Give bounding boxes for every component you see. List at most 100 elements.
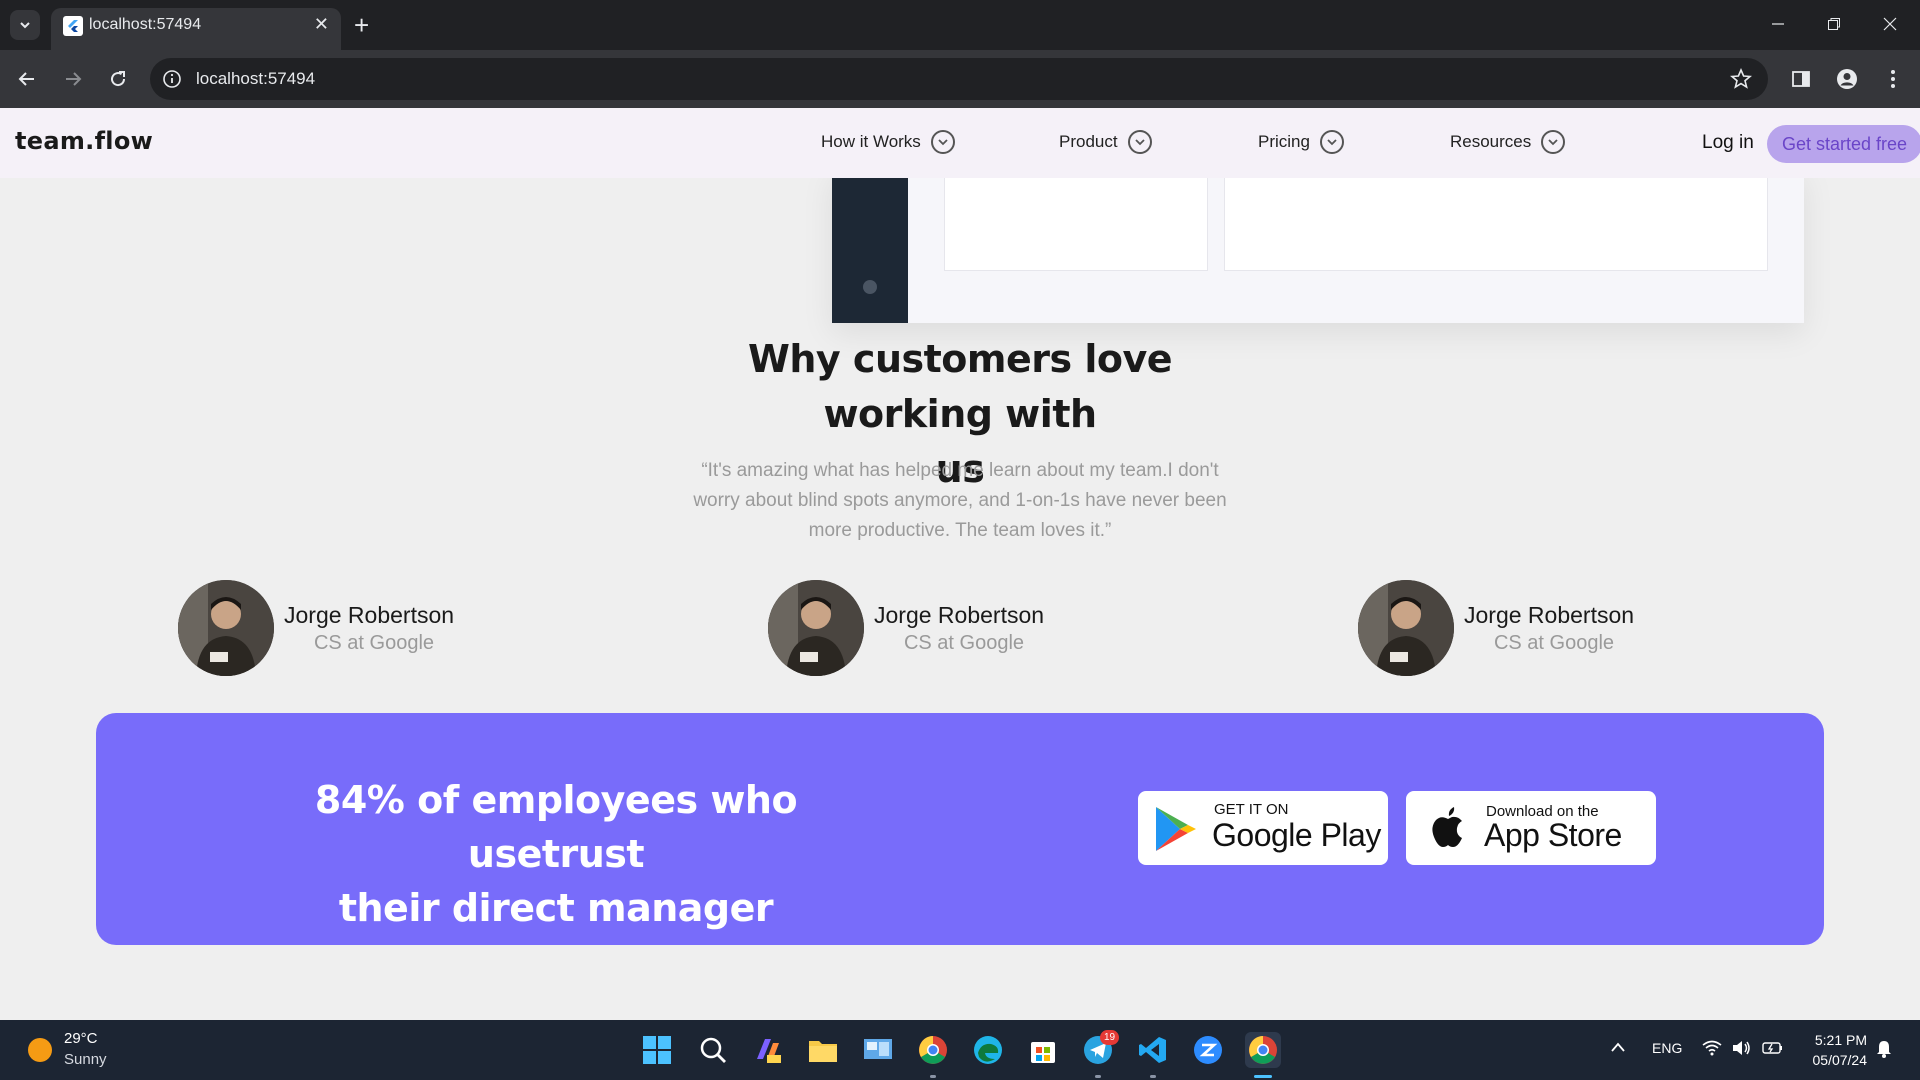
person-role: CS at Google (313, 632, 435, 654)
notification-badge: 19 (1100, 1030, 1120, 1045)
site-info-icon[interactable] (162, 69, 182, 89)
browser-tab-bar: localhost:57494 ✕ + (0, 0, 1920, 50)
person-name: Jorge Robertson (284, 602, 455, 628)
copilot-icon[interactable] (750, 1032, 786, 1068)
help-icon[interactable] (863, 280, 877, 294)
clock-time: 5:21 PM (1814, 1032, 1867, 1048)
control-panel-icon[interactable] (860, 1032, 896, 1068)
chevron-down-icon (1541, 130, 1566, 154)
chrome-icon[interactable] (915, 1032, 951, 1068)
quote-line: more productive. The team loves it.” (808, 520, 1112, 541)
close-icon (1883, 17, 1897, 31)
quote-line: “It's amazing what has helped me learn a… (701, 460, 1219, 481)
running-indicator (1150, 1075, 1156, 1078)
minimize-icon (1772, 23, 1784, 25)
search-icon[interactable] (695, 1032, 731, 1068)
nav-label: Pricing (1258, 132, 1310, 151)
nav-label: Product (1059, 132, 1118, 151)
avatar (178, 580, 274, 676)
chrome-active-icon[interactable] (1245, 1032, 1281, 1068)
browser-menu-button[interactable] (1878, 64, 1908, 94)
vscode-icon[interactable] (1135, 1032, 1171, 1068)
card-panel (1224, 168, 1768, 271)
nav-resources[interactable]: Resources (1450, 130, 1566, 154)
testimonial-person: Jorge Robertson CS at Google (1358, 580, 1678, 676)
app-store-big-text: App Store (1484, 817, 1622, 853)
system-clock[interactable]: 5:21 PM 05/07/24 (1803, 1030, 1868, 1070)
profile-icon (1837, 69, 1857, 89)
side-panel-button[interactable] (1786, 64, 1816, 94)
arrow-left-icon (18, 72, 34, 86)
active-indicator (1254, 1075, 1272, 1078)
person-role: CS at Google (1493, 632, 1615, 654)
google-play-button[interactable]: GET IT ON Google Play (1138, 791, 1388, 865)
banner-headline: 84% of employees who usetrust their dire… (256, 773, 856, 935)
get-started-button[interactable]: Get started free (1767, 125, 1920, 163)
banner-line: 84% of employees who usetrust (314, 778, 798, 876)
card-panel (944, 168, 1208, 271)
close-window-button[interactable] (1862, 6, 1918, 42)
telegram-icon[interactable]: 19 (1080, 1030, 1120, 1068)
chevron-down-icon (930, 130, 955, 154)
minimize-button[interactable] (1750, 6, 1806, 42)
google-play-small-text: GET IT ON (1214, 801, 1289, 818)
site-logo[interactable]: team.flow (15, 127, 153, 155)
battery-icon[interactable] (1762, 1040, 1784, 1059)
url-text[interactable]: localhost:57494 (196, 69, 315, 89)
login-link[interactable]: Log in (1702, 132, 1754, 154)
tab-search-button[interactable] (10, 10, 40, 40)
apple-icon (1432, 807, 1462, 847)
back-button[interactable] (12, 64, 42, 94)
clock-date: 05/07/24 (1812, 1052, 1868, 1068)
sun-icon[interactable] (28, 1038, 52, 1062)
windows-taskbar: 29°C Sunny 19 ENG 5:21 PM 05/07/24 (0, 1020, 1920, 1080)
windows-start-icon[interactable] (639, 1032, 675, 1068)
volume-icon[interactable] (1732, 1040, 1752, 1059)
web-page: team.flow How it Works Product Pricing R… (0, 108, 1920, 1020)
arrow-right-icon (66, 72, 82, 86)
person-role: CS at Google (903, 632, 1025, 654)
running-indicator (930, 1075, 936, 1078)
app-store-button[interactable]: Download on the App Store (1406, 791, 1656, 865)
file-explorer-icon[interactable] (805, 1032, 841, 1068)
profile-button[interactable] (1832, 64, 1862, 94)
running-indicator (1095, 1075, 1101, 1078)
tab-close-icon[interactable]: ✕ (314, 14, 329, 35)
nav-label: Resources (1450, 132, 1532, 151)
restore-button[interactable] (1806, 6, 1862, 42)
notification-bell-icon[interactable] (1876, 1040, 1892, 1061)
nav-label: How it Works (821, 132, 921, 151)
testimonial-quote: “It's amazing what has helped me learn a… (660, 456, 1260, 546)
avatar (1358, 580, 1454, 676)
card-dark-sidebar (832, 168, 908, 323)
google-play-icon (1156, 807, 1196, 851)
weather-temperature[interactable]: 29°C (64, 1030, 98, 1047)
banner-line: their direct manager (338, 886, 774, 930)
edge-icon[interactable] (970, 1032, 1006, 1068)
heading-line: Why customers love working with (747, 337, 1173, 436)
reload-button[interactable] (103, 64, 133, 94)
reload-icon (111, 71, 126, 87)
nav-how-it-works[interactable]: How it Works (821, 130, 955, 154)
nav-product[interactable]: Product (1059, 130, 1152, 154)
new-tab-button[interactable]: + (354, 10, 369, 40)
flutter-favicon-icon (63, 16, 83, 36)
weather-condition[interactable]: Sunny (64, 1051, 107, 1068)
bookmark-star-icon[interactable] (1730, 68, 1752, 90)
restore-icon (1828, 18, 1840, 30)
site-navbar: team.flow How it Works Product Pricing R… (0, 108, 1920, 178)
wifi-icon[interactable] (1702, 1040, 1722, 1059)
person-name: Jorge Robertson (874, 602, 1045, 628)
chevron-down-icon (20, 22, 30, 29)
language-indicator[interactable]: ENG (1652, 1040, 1682, 1056)
forward-button[interactable] (58, 64, 88, 94)
side-panel-icon (1792, 71, 1810, 87)
download-banner: 84% of employees who usetrust their dire… (96, 713, 1824, 945)
chevron-up-icon[interactable] (1610, 1040, 1626, 1056)
microsoft-store-icon[interactable] (1025, 1032, 1061, 1068)
zoom-app-icon[interactable] (1190, 1032, 1226, 1068)
nav-pricing[interactable]: Pricing (1258, 130, 1344, 154)
omnibox[interactable]: localhost:57494 (150, 58, 1768, 100)
testimonial-person: Jorge Robertson CS at Google (178, 580, 498, 676)
browser-tab[interactable]: localhost:57494 ✕ (51, 8, 341, 50)
